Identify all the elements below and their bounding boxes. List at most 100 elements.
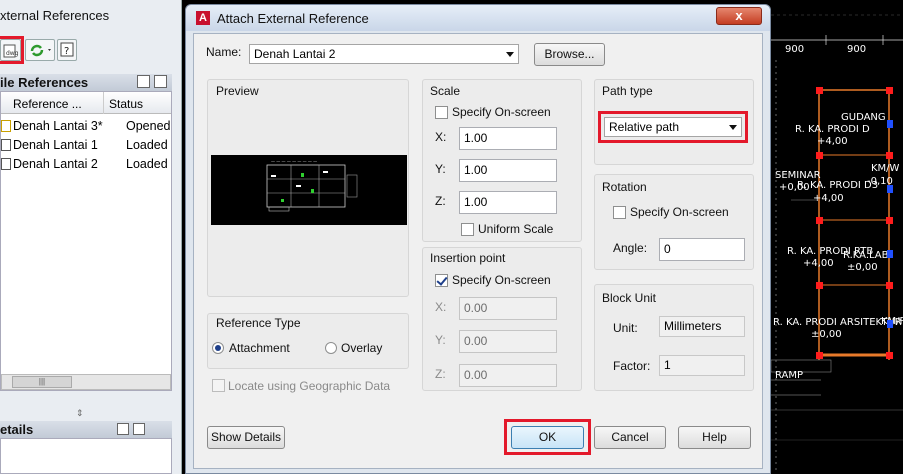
browse-button[interactable]: Browse... — [534, 43, 605, 66]
overlay-label[interactable]: Overlay — [341, 341, 382, 355]
ok-button[interactable]: OK — [511, 426, 584, 449]
path-type-dropdown[interactable]: Relative path — [604, 117, 742, 137]
drawing-thumbnail: — — — — — — — — — — [266, 159, 358, 212]
attach-external-reference-dialog: A Attach External Reference x Name: Dena… — [185, 4, 771, 474]
selection-grip[interactable] — [886, 282, 893, 289]
column-reference-label: Reference ... — [13, 97, 82, 111]
geographic-data-label: Locate using Geographic Data — [228, 379, 391, 393]
refresh-icon — [30, 44, 51, 57]
preview-view-icon[interactable] — [133, 423, 145, 435]
selection-grip[interactable] — [886, 352, 893, 359]
blue-grip[interactable] — [887, 320, 893, 328]
insertion-x-label: X: — [435, 300, 447, 314]
rotation-group: Rotation Specify On-screen Angle: 0 — [594, 174, 754, 270]
dimension-label: 900 — [847, 44, 867, 55]
attachment-label[interactable]: Attachment — [229, 341, 290, 355]
external-references-palette: xternal References dwg ? ile References … — [0, 0, 182, 474]
reference-type-title: Reference Type — [216, 316, 301, 330]
selection-grip[interactable] — [886, 217, 893, 224]
column-status[interactable]: Status — [104, 92, 171, 114]
elevation-label: +4,00 — [813, 193, 844, 204]
list-item[interactable]: Denah Lantai 1 Loaded — [1, 137, 171, 156]
selection-grip[interactable] — [816, 282, 823, 289]
uniform-scale-checkbox[interactable] — [461, 223, 474, 236]
help-button[interactable]: ? — [57, 39, 77, 61]
preview-group: Preview — — — — — — — — — — [207, 79, 409, 297]
scale-x-label: X: — [435, 130, 447, 144]
block-unit-group: Block Unit Unit: Millimeters Factor: 1 — [594, 284, 754, 391]
insertion-specify-label: Specify On-screen — [452, 273, 551, 287]
list-view-icon[interactable] — [137, 75, 150, 88]
details-view-icon[interactable] — [117, 423, 129, 435]
selection-grip[interactable] — [816, 87, 823, 94]
attachment-radio[interactable] — [212, 342, 224, 354]
name-dropdown[interactable]: Denah Lantai 2 — [249, 44, 519, 64]
scale-specify-checkbox[interactable] — [435, 106, 448, 119]
selection-grip[interactable] — [816, 352, 823, 359]
details-title: etails — [0, 422, 34, 437]
scale-y-label: Y: — [435, 162, 446, 176]
insertion-specify-checkbox[interactable] — [435, 274, 448, 287]
blue-grip[interactable] — [887, 250, 893, 258]
close-button[interactable]: x — [716, 7, 762, 25]
blue-grip[interactable] — [887, 120, 893, 128]
scale-z-label: Z: — [435, 194, 446, 208]
reference-name: Denah Lantai 3* — [13, 119, 103, 133]
cancel-button[interactable]: Cancel — [594, 426, 666, 449]
selection-grip[interactable] — [816, 152, 823, 159]
blue-grip[interactable] — [887, 185, 893, 193]
palette-title: xternal References — [0, 8, 110, 23]
uniform-scale-label: Uniform Scale — [478, 222, 554, 236]
angle-input[interactable]: 0 — [659, 238, 745, 261]
drawing-canvas[interactable]: 900 900 GUDANG R. KA. PRODI D +4,00 SEMI… — [771, 0, 903, 474]
unit-value: Millimeters — [659, 316, 745, 337]
list-item[interactable]: Denah Lantai 3* Opened — [1, 118, 171, 137]
insertion-x-input[interactable]: 0.00 — [459, 297, 557, 320]
dialog-titlebar[interactable]: A Attach External Reference x — [186, 5, 770, 31]
chevron-down-icon — [729, 125, 737, 130]
geographic-data-checkbox[interactable] — [212, 379, 225, 392]
selection-grip[interactable] — [886, 152, 893, 159]
floor-plan — [771, 14, 903, 474]
list-item[interactable]: Denah Lantai 2 Loaded — [1, 156, 171, 175]
help-button[interactable]: Help — [678, 426, 751, 449]
dimension-label: 900 — [785, 44, 805, 55]
name-label: Name: — [206, 45, 242, 59]
chevron-down-icon — [506, 52, 514, 57]
refresh-button[interactable] — [25, 39, 55, 61]
column-reference[interactable]: Reference ... — [8, 92, 104, 114]
rotation-specify-checkbox[interactable] — [613, 206, 626, 219]
elevation-label: ±0,00 — [847, 262, 878, 273]
attach-dwg-button[interactable]: dwg — [0, 39, 21, 61]
horizontal-scrollbar[interactable]: ||| — [1, 374, 171, 390]
selection-grip[interactable] — [886, 87, 893, 94]
scale-title: Scale — [430, 84, 461, 98]
reference-name: Denah Lantai 1 — [13, 138, 98, 152]
elevation-label: +4,00 — [803, 258, 834, 269]
selection-grip[interactable] — [816, 217, 823, 224]
name-value: Denah Lantai 2 — [254, 47, 336, 61]
path-type-group: Path type Relative path — [594, 79, 754, 165]
list-header: Reference ... Status — [1, 92, 171, 114]
insertion-z-input[interactable]: 0.00 — [459, 364, 557, 387]
file-references-title: ile References — [0, 75, 89, 90]
scale-x-input[interactable]: 1.00 — [459, 127, 557, 150]
insertion-z-label: Z: — [435, 367, 446, 381]
show-details-button[interactable]: Show Details — [207, 426, 285, 449]
attach-dwg-icon: dwg — [3, 44, 19, 58]
scale-y-input[interactable]: 1.00 — [459, 159, 557, 182]
tree-view-icon[interactable] — [154, 75, 167, 88]
reference-name: Denah Lantai 2 — [13, 157, 98, 171]
factor-label: Factor: — [613, 359, 651, 373]
file-references-header: ile References — [0, 74, 172, 91]
insertion-point-title: Insertion point — [430, 251, 506, 265]
insertion-y-input[interactable]: 0.00 — [459, 330, 557, 353]
splitter-grip[interactable]: ⇕ — [76, 408, 84, 418]
overlay-radio[interactable] — [325, 342, 337, 354]
scale-z-input[interactable]: 1.00 — [459, 191, 557, 214]
reference-status: Loaded — [126, 157, 168, 171]
help-icon: ? — [60, 42, 74, 57]
rotation-specify-label: Specify On-screen — [630, 205, 729, 219]
scrollbar-thumb[interactable]: ||| — [12, 376, 72, 388]
details-header: etails — [0, 421, 172, 438]
